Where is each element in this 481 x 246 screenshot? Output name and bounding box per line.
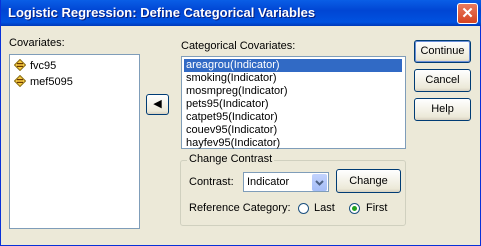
- radio-checked-dot: [352, 206, 357, 211]
- categorical-item-mosmpreg[interactable]: mosmpreg(Indicator): [184, 85, 402, 98]
- categorical-item-couev95[interactable]: couev95(Indicator): [184, 124, 402, 137]
- reference-category-label: Reference Category:: [189, 202, 291, 214]
- categorical-item-smoking[interactable]: smoking(Indicator): [184, 72, 402, 85]
- covariates-list[interactable]: fvc95 mef5095: [9, 54, 140, 229]
- radio-last[interactable]: [298, 203, 309, 214]
- covariates-label: Covariates:: [9, 37, 65, 49]
- chevron-down-icon: [315, 180, 324, 186]
- categorical-covariates-label: Categorical Covariates:: [181, 40, 296, 52]
- window-title: Logistic Regression: Define Categorical …: [8, 5, 316, 20]
- categorical-item-pets95[interactable]: pets95(Indicator): [184, 98, 402, 111]
- radio-first-label[interactable]: First: [366, 202, 387, 214]
- help-button[interactable]: Help: [414, 98, 471, 121]
- categorical-item-areagrou[interactable]: areagrou(Indicator): [184, 59, 402, 72]
- move-left-button[interactable]: ◀: [146, 94, 169, 115]
- arrow-left-icon: ◀: [153, 98, 162, 110]
- dropdown-arrow[interactable]: [312, 174, 327, 191]
- continue-button[interactable]: Continue: [414, 40, 471, 63]
- close-button[interactable]: ✕: [457, 3, 478, 24]
- radio-first[interactable]: [349, 203, 360, 214]
- scale-variable-icon: [14, 75, 26, 87]
- covariate-item-fvc95[interactable]: fvc95: [14, 59, 56, 75]
- categorical-item-catpet95[interactable]: catpet95(Indicator): [184, 111, 402, 124]
- title-bar[interactable]: Logistic Regression: Define Categorical …: [1, 0, 481, 26]
- cancel-button[interactable]: Cancel: [414, 69, 471, 92]
- categorical-item-hayfev95[interactable]: hayfev95(Indicator): [184, 137, 402, 150]
- radio-last-label[interactable]: Last: [314, 202, 335, 214]
- categorical-covariates-list[interactable]: areagrou(Indicator) smoking(Indicator) m…: [181, 56, 406, 149]
- covariate-label: fvc95: [30, 60, 57, 72]
- scale-variable-icon: [14, 59, 26, 71]
- contrast-value: Indicator: [247, 176, 290, 188]
- covariate-label: mef5095: [30, 76, 73, 88]
- contrast-label: Contrast:: [189, 176, 234, 188]
- change-button[interactable]: Change: [336, 169, 401, 193]
- covariate-item-mef5095[interactable]: mef5095: [14, 75, 73, 91]
- dialog-window: Logistic Regression: Define Categorical …: [0, 0, 481, 246]
- change-contrast-title: Change Contrast: [187, 153, 275, 165]
- contrast-dropdown[interactable]: Indicator: [243, 172, 329, 192]
